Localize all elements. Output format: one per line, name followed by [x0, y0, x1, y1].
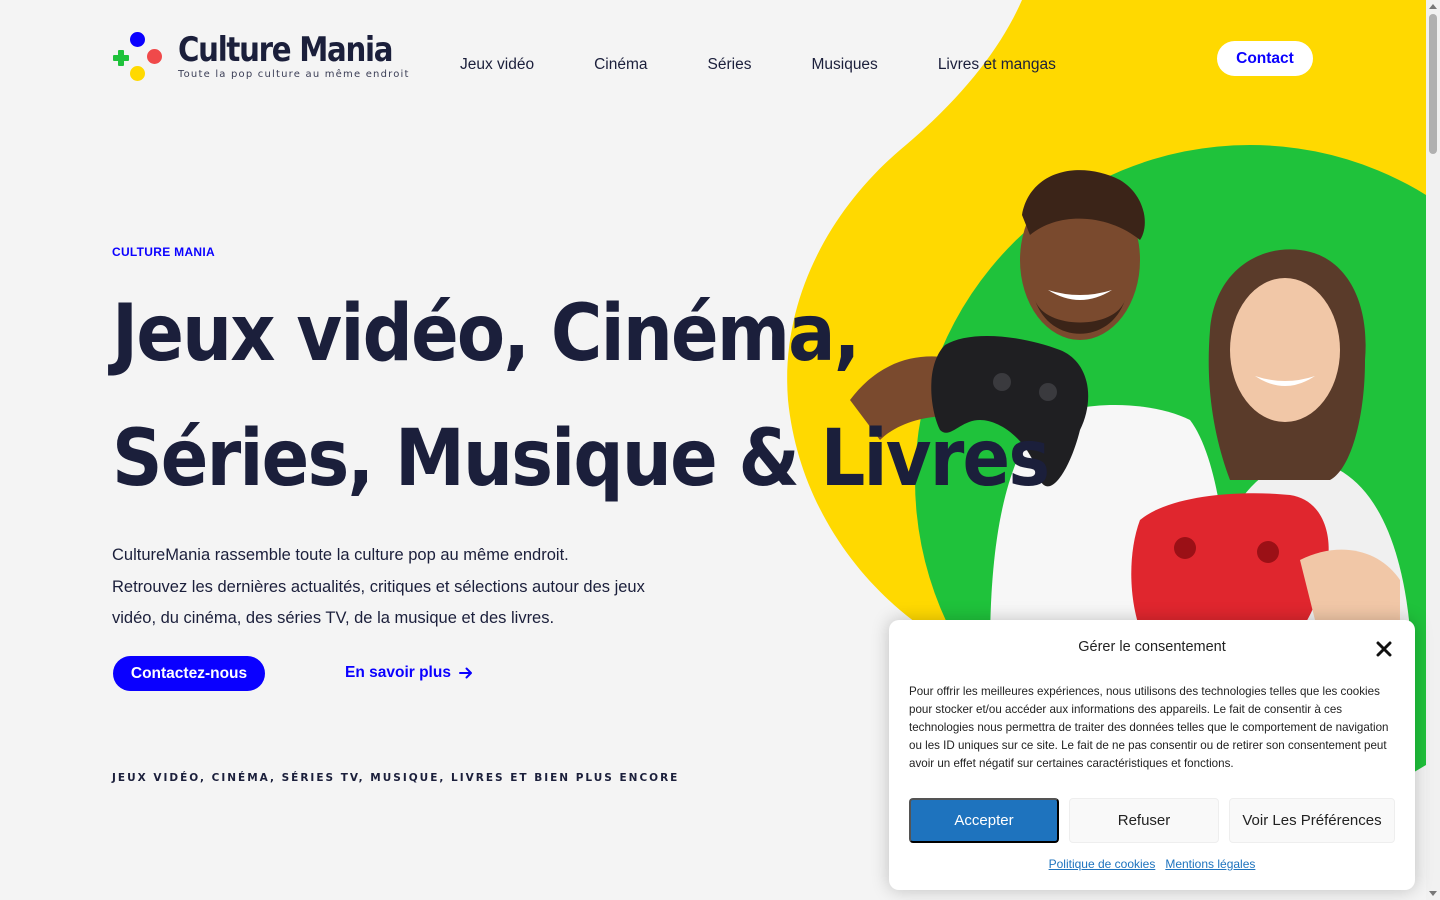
site-logo[interactable]: Culture Mania Toute la pop culture au mê…: [112, 30, 427, 82]
logo-name: Culture Mania: [178, 30, 393, 70]
hero-title-line-2: Séries, Musique & Livres: [112, 414, 1050, 504]
page-scrollbar[interactable]: [1426, 0, 1440, 900]
legal-notice-link[interactable]: Mentions légales: [1165, 857, 1255, 871]
learn-more-label: En savoir plus: [345, 664, 451, 681]
scroll-down-icon[interactable]: [1429, 891, 1437, 896]
hero-eyebrow: CULTURE MANIA: [112, 245, 215, 259]
consent-text: Pour offrir les meilleures expériences, …: [909, 685, 1389, 770]
hero-title-line-1: Jeux vidéo, Cinéma,: [112, 289, 860, 379]
hero-description-line-1: CultureMania rassemble toute la culture …: [112, 546, 569, 564]
cookie-consent-dialog: Gérer le consentement Pour offrir les me…: [889, 620, 1415, 890]
deny-button[interactable]: Refuser: [1069, 798, 1219, 843]
main-nav: Jeux vidéo Cinéma Séries Musiques Livres…: [460, 56, 1116, 74]
nav-item-jeux-video[interactable]: Jeux vidéo: [460, 56, 534, 74]
category-strip: JEUX VIDÉO, CINÉMA, SÉRIES TV, MUSIQUE, …: [112, 772, 680, 784]
hero-description-line-2: Retrouvez les dernières actualités, crit…: [112, 577, 645, 628]
nav-item-series[interactable]: Séries: [708, 56, 752, 74]
consent-links: Politique de cookies Mentions légales: [889, 857, 1415, 871]
contact-button[interactable]: Contact: [1217, 41, 1313, 76]
contact-us-button[interactable]: Contactez-nous: [113, 656, 265, 691]
yellow-dot-icon: [130, 66, 145, 81]
red-dot-icon: [147, 49, 162, 64]
scrollbar-thumb[interactable]: [1429, 14, 1437, 154]
hero-title: Jeux vidéo, Cinéma, Séries, Musique & Li…: [112, 272, 1050, 522]
consent-title: Gérer le consentement: [1078, 639, 1226, 655]
arrow-right-icon: [458, 667, 472, 679]
learn-more-link[interactable]: En savoir plus: [345, 664, 473, 682]
green-plus-icon: [113, 50, 129, 66]
scroll-up-icon[interactable]: [1429, 4, 1437, 9]
nav-item-cinema[interactable]: Cinéma: [594, 56, 647, 74]
logo-tagline: Toute la pop culture au même endroit: [178, 69, 410, 80]
accept-button[interactable]: Accepter: [909, 798, 1059, 843]
cookie-policy-link[interactable]: Politique de cookies: [1049, 857, 1156, 871]
blue-dot-icon: [130, 32, 145, 47]
preferences-button[interactable]: Voir Les Préférences: [1229, 798, 1395, 843]
close-icon[interactable]: [1376, 641, 1392, 657]
logo-mark-icon: [112, 30, 164, 82]
nav-item-livres-mangas[interactable]: Livres et mangas: [938, 56, 1056, 74]
nav-item-musiques[interactable]: Musiques: [811, 56, 877, 74]
hero-description: CultureMania rassemble toute la culture …: [112, 540, 692, 635]
